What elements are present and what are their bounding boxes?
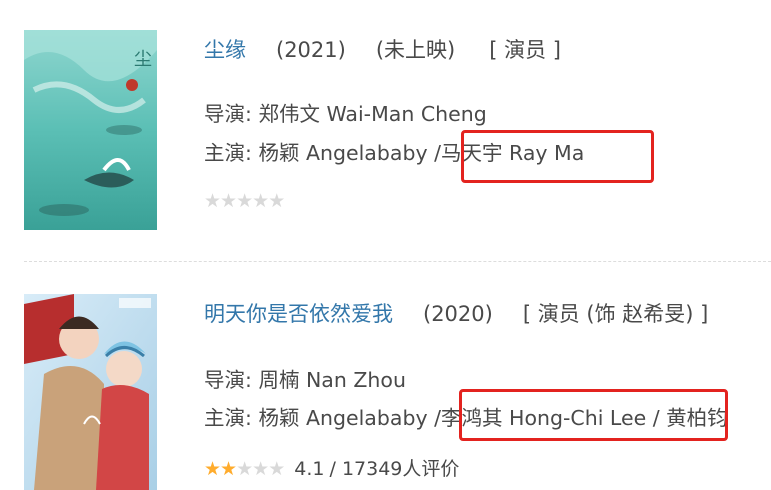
movie-item: 明天你是否依然爱我 (2020) [ 演员 (饰 赵希旻) ] 导演: 周楠 Nan… (0, 262, 771, 490)
star-icon: ★ (236, 458, 253, 480)
star-icon: ★ (204, 190, 221, 212)
movie-poster[interactable]: 尘 (24, 30, 157, 230)
highlight-box (461, 130, 654, 183)
cast-name[interactable]: 杨颖 Angelababy / (258, 406, 441, 430)
rating-stars: ★★★★★ (204, 190, 285, 212)
movie-title-link[interactable]: 明天你是否依然爱我 (204, 302, 393, 326)
star-icon: ★ (204, 458, 221, 480)
star-icon: ★ (252, 190, 269, 212)
cast-name[interactable]: 杨颖 Angelababy / (258, 141, 441, 165)
release-status: (未上映) (375, 38, 456, 62)
cast-label: 主演: (204, 141, 252, 165)
director-line: 导演: 周楠 Nan Zhou (204, 363, 406, 393)
rating-count: / 17349人评价 (329, 458, 460, 480)
movie-title-link[interactable]: 尘缘 (204, 38, 246, 62)
movie-year: (2020) (423, 302, 493, 326)
movie-poster[interactable] (24, 294, 157, 490)
movie-year: (2021) (276, 38, 346, 62)
star-icon: ★ (220, 190, 237, 212)
director-name[interactable]: 郑伟文 Wai-Man Cheng (258, 102, 486, 126)
star-icon: ★ (236, 190, 253, 212)
director-label: 导演: (204, 102, 252, 126)
director-line: 导演: 郑伟文 Wai-Man Cheng (204, 97, 487, 127)
rating-stars: ★★★★★ 4.1 / 17349人评价 (204, 454, 459, 481)
svg-text:尘: 尘 (134, 49, 152, 70)
star-icon: ★ (220, 458, 237, 480)
highlight-box (459, 389, 728, 441)
movie-title-row: 明天你是否依然爱我 (2020) [ 演员 (饰 赵希旻) ] (204, 298, 708, 328)
star-icon: ★ (268, 458, 285, 480)
star-icon: ★ (252, 458, 269, 480)
star-icon: ★ (268, 190, 285, 212)
movie-item: 尘 尘缘 (2021) (未上映) [ 演员 ] 导演: 郑伟文 Wai-Man Ch… (0, 0, 771, 260)
director-name[interactable]: 周楠 Nan Zhou (258, 368, 406, 392)
role-label: [ 演员 (饰 赵希旻) ] (522, 302, 709, 326)
rating-score: 4.1 (294, 458, 325, 480)
movie-title-row: 尘缘 (2021) (未上映) [ 演员 ] (204, 34, 561, 64)
cast-label: 主演: (204, 406, 252, 430)
director-label: 导演: (204, 368, 252, 392)
role-label: [ 演员 ] (489, 38, 561, 62)
